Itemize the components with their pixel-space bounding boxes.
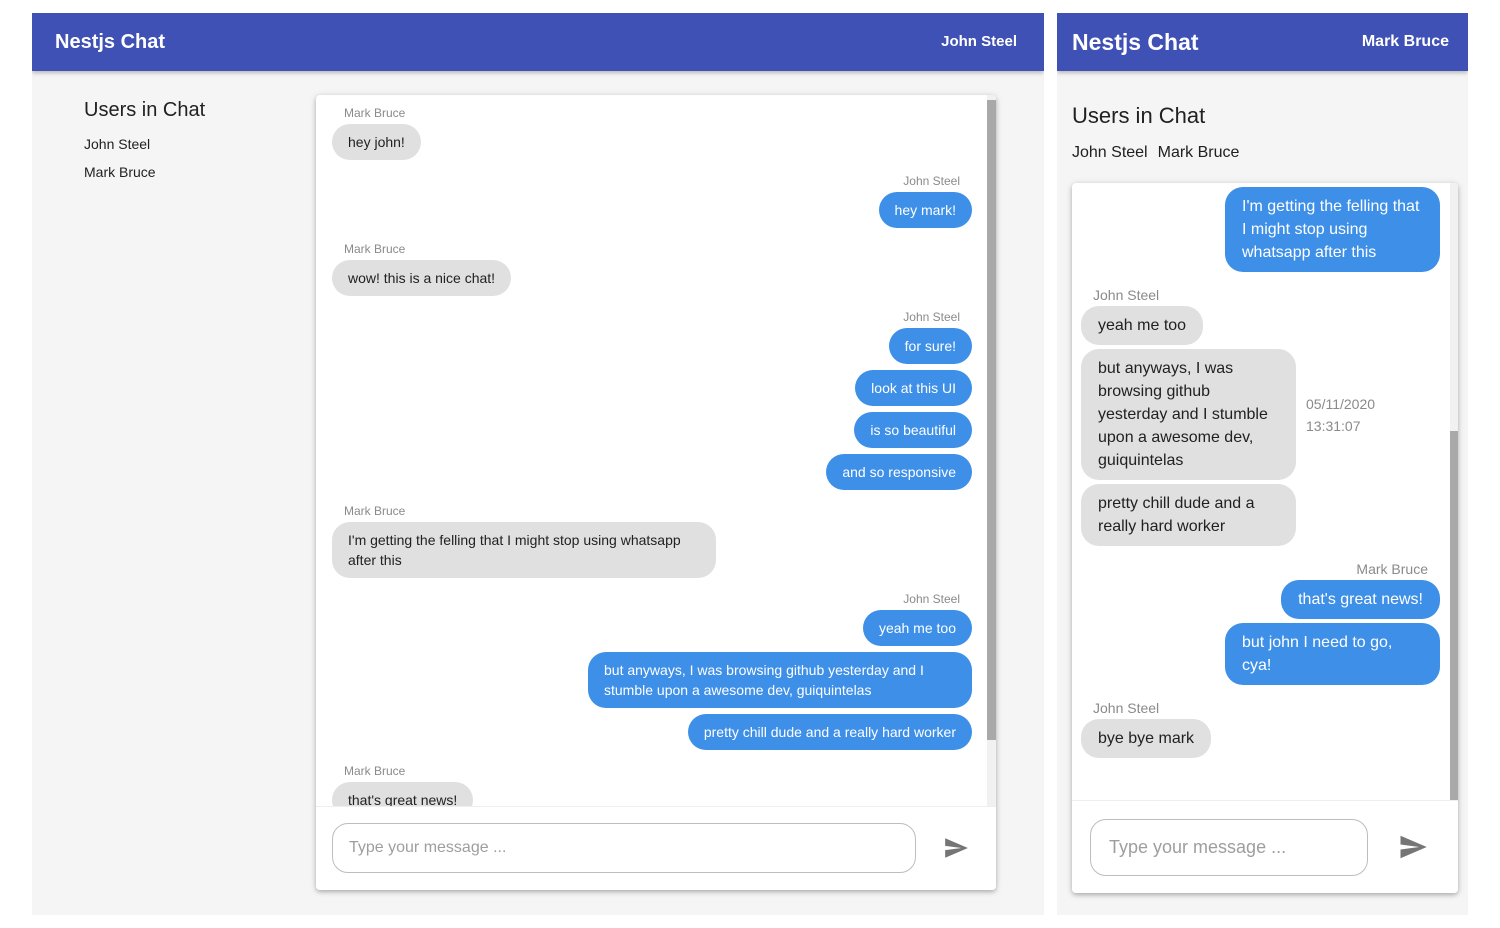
user-item: Mark Bruce [84, 164, 156, 180]
message-scrollbar[interactable] [1450, 183, 1458, 801]
chat-window-john: Nestjs Chat John Steel Users in Chat Joh… [32, 13, 1044, 915]
message-row: pretty chill dude and a really hard work… [687, 711, 972, 753]
message-group: Mark Bruce wow! this is a nice chat! [332, 241, 972, 299]
app-title: Nestjs Chat [55, 31, 166, 53]
app-toolbar: Nestjs Chat Mark Bruce [1057, 13, 1468, 71]
message-sender: Mark Bruce [344, 106, 406, 120]
message-sender: John Steel [903, 592, 960, 606]
timestamp-time: 13:31:07 [1306, 417, 1361, 434]
message-group: John Steel yeah me too but anyways, I was … [332, 591, 972, 753]
message-sender: John Steel [903, 310, 960, 324]
message-row: I'm getting the felling that I might sto… [1225, 185, 1440, 274]
message-scrollbar[interactable] [987, 95, 996, 807]
message-bubble[interactable]: pretty chill dude and a really hard work… [1081, 484, 1296, 546]
message-row: yeah me too [1081, 304, 1204, 347]
message-row: that's great news! [1281, 578, 1440, 621]
timestamp-date: 05/11/2020 [1306, 395, 1376, 412]
message-sender: Mark Bruce [1356, 561, 1428, 577]
message-group: Mark Bruce that's great news! but john I n… [1081, 560, 1440, 687]
message-row: that's great news! [332, 779, 474, 807]
send-button[interactable] [1395, 832, 1431, 862]
message-sender: John Steel [1093, 287, 1160, 303]
message-bubble[interactable]: yeah me too [862, 610, 972, 646]
message-bubble[interactable]: that's great news! [1281, 580, 1440, 619]
message-list-inner: Mark Bruce hey john! John Steel hey mark! Ma… [332, 105, 972, 807]
message-bubble[interactable]: pretty chill dude and a really hard work… [687, 714, 972, 750]
chat-panel: Mark Bruce hey john! John Steel hey mark! Ma… [316, 95, 996, 890]
message-group: Mark BruceI'm getting the felling that I… [1081, 183, 1440, 274]
message-list[interactable]: Mark Bruce hey john! John Steel hey mark! Ma… [316, 95, 996, 807]
message-group: Mark Brucethat's great news!but john I n… [332, 763, 972, 807]
message-composer [1072, 800, 1458, 893]
chat-window-mark: Nestjs Chat Mark Bruce Users in Chat Joh… [1057, 13, 1468, 915]
message-sender: Mark Bruce [344, 242, 406, 256]
message-bubble[interactable]: I'm getting the felling that I might sto… [1225, 187, 1440, 272]
message-bubble[interactable]: wow! this is a nice chat! [332, 260, 512, 296]
users-in-chat-heading: Users in Chat [1072, 103, 1206, 128]
message-bubble[interactable]: but anyways, I was browsing github yeste… [1081, 349, 1296, 480]
message-sender: Mark Bruce [344, 504, 406, 518]
message-row: pretty chill dude and a really hard work… [1081, 482, 1296, 548]
message-bubble[interactable]: hey mark! [878, 192, 972, 228]
message-input[interactable] [332, 823, 916, 873]
message-bubble[interactable]: look at this UI [855, 370, 972, 406]
message-bubble[interactable]: that's great news! [332, 782, 474, 807]
message-row: but anyways, I was browsing github yeste… [588, 649, 972, 711]
message-list[interactable]: Mark Bruce I'm getting the felling that I… [1072, 183, 1458, 801]
message-row: wow! this is a nice chat! [332, 257, 512, 299]
user-item: Mark Bruce [1157, 144, 1240, 161]
message-row: bye bye mark [1081, 717, 1212, 760]
scrollbar-thumb[interactable] [1450, 431, 1458, 801]
message-bubble[interactable]: for sure! [888, 328, 972, 364]
message-row: I'm getting the felling that I might sto… [332, 519, 716, 581]
message-bubble[interactable]: but anyways, I was browsing github yeste… [588, 652, 972, 708]
users-in-chat-heading: Users in Chat [84, 99, 206, 121]
message-group: John Steel bye bye mark [1081, 699, 1440, 760]
message-row: yeah me too [862, 607, 972, 649]
message-group: John Steel for sure! look at this UI is so … [332, 309, 972, 493]
message-group: John Steel hey mark! [332, 173, 972, 231]
message-group: Mark Bruce I'm getting the felling that I… [332, 503, 972, 581]
scrollbar-thumb[interactable] [987, 100, 996, 740]
message-group: Mark Bruce hey john! [332, 105, 972, 163]
message-row: hey mark! [878, 189, 972, 231]
app-toolbar: Nestjs Chat John Steel [32, 13, 1044, 71]
message-row: but anyways, I was browsing github yeste… [1081, 347, 1375, 482]
message-bubble[interactable]: I'm getting the felling that I might sto… [332, 522, 716, 578]
current-user-name: John Steel [941, 33, 1017, 50]
message-row: hey john! [332, 121, 421, 163]
send-icon [945, 838, 968, 858]
message-row: but john I need to go, cya! [1225, 621, 1440, 687]
send-button[interactable] [940, 835, 972, 861]
message-row: for sure! [888, 325, 972, 367]
message-bubble[interactable]: is so beautiful [854, 412, 972, 448]
message-row: and so responsive [826, 451, 972, 493]
users-list: John Steel Mark Bruce [1072, 144, 1249, 162]
send-icon [1400, 835, 1427, 859]
message-sender: Mark Bruce [344, 764, 406, 778]
message-row: is so beautiful [854, 409, 972, 451]
message-list-inner: Mark Bruce I'm getting the felling that I… [1081, 183, 1440, 760]
message-timestamp: 05/11/2020 13:31:07 [1306, 393, 1375, 437]
message-bubble[interactable]: and so responsive [826, 454, 972, 490]
users-list: John Steel Mark Bruce [84, 135, 156, 191]
user-item: John Steel [1072, 144, 1148, 161]
message-sender: John Steel [903, 174, 960, 188]
current-user-name: Mark Bruce [1361, 33, 1449, 50]
message-bubble[interactable]: yeah me too [1081, 306, 1204, 345]
message-sender: John Steel [1093, 700, 1160, 716]
message-bubble[interactable]: bye bye mark [1081, 719, 1212, 758]
message-composer [316, 806, 996, 890]
user-item: John Steel [84, 136, 151, 152]
app-title: Nestjs Chat [1072, 29, 1199, 55]
message-group: John Steel yeah me too but anyways, I was … [1081, 286, 1440, 548]
message-bubble[interactable]: hey john! [332, 124, 421, 160]
message-bubble[interactable]: but john I need to go, cya! [1225, 623, 1440, 685]
message-row: look at this UI [855, 367, 972, 409]
message-input[interactable] [1090, 819, 1368, 876]
chat-panel: Mark Bruce I'm getting the felling that I… [1072, 183, 1458, 893]
